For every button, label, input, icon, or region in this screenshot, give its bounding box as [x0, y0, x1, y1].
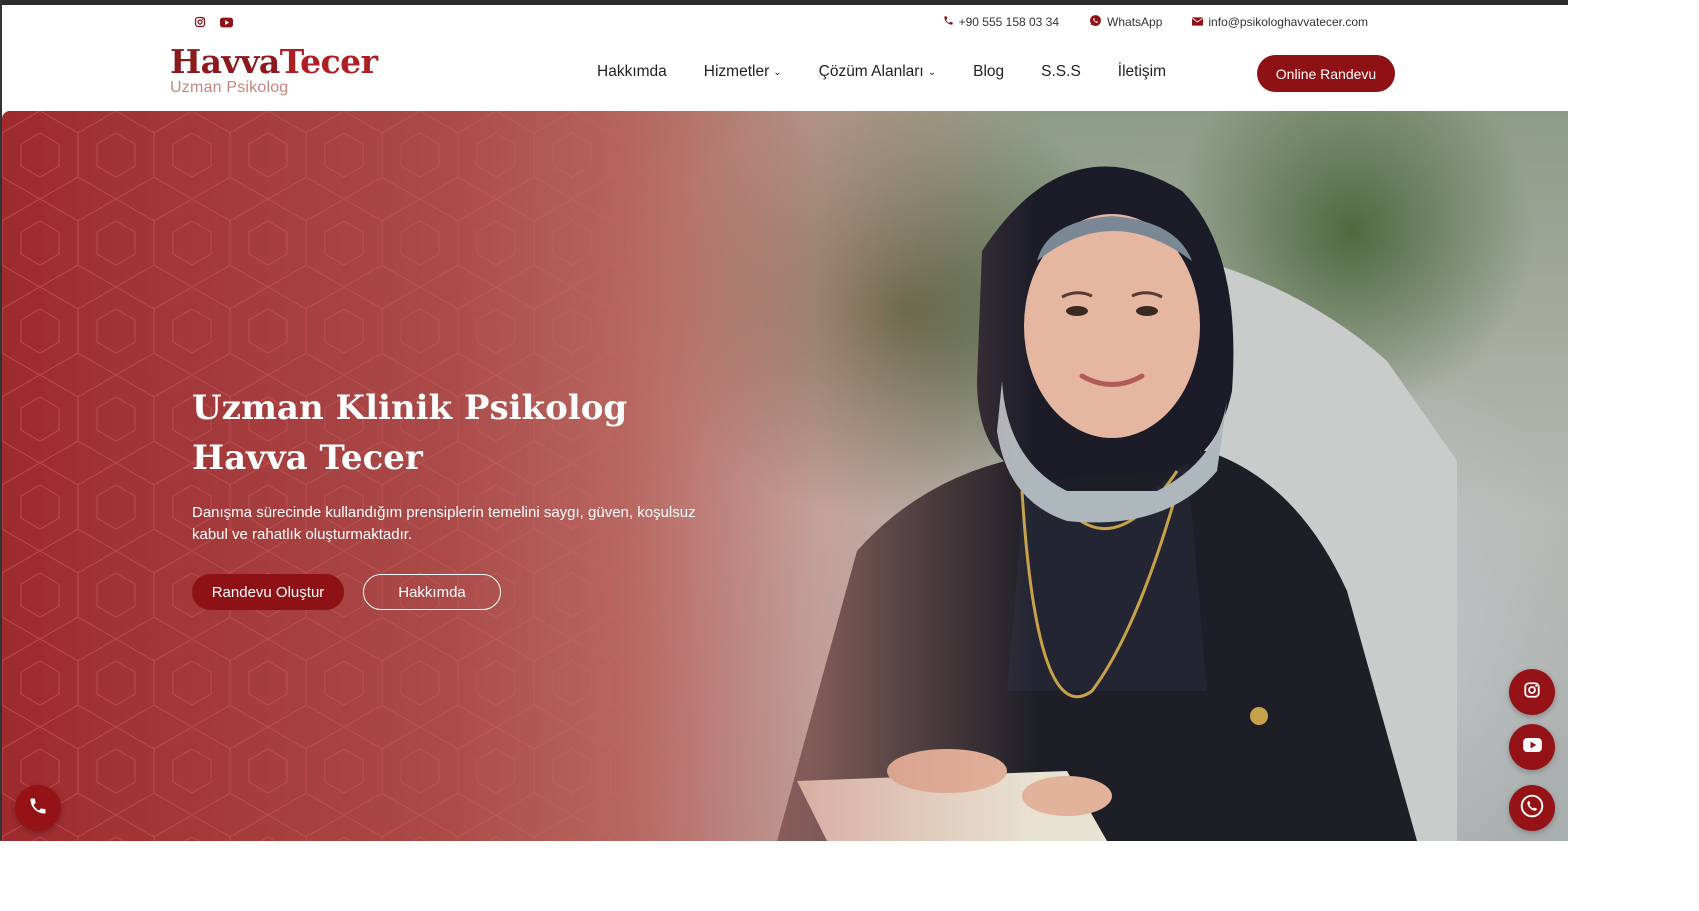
phone-link[interactable]: +90 555 158 03 34	[943, 15, 1059, 29]
topbar-contact: +90 555 158 03 34 WhatsApp info@psikolog…	[943, 14, 1368, 30]
youtube-icon[interactable]	[219, 15, 233, 29]
nav-label: Çözüm Alanları	[818, 63, 924, 80]
chevron-down-icon: ⌄	[773, 66, 782, 78]
whatsapp-icon	[1089, 14, 1102, 30]
topbar-social	[193, 15, 233, 29]
hero-description: Danışma sürecinde kullandığım prensipler…	[192, 504, 696, 543]
whatsapp-link[interactable]: WhatsApp	[1089, 14, 1162, 30]
logo-last-name: Tecer	[279, 42, 378, 81]
randevu-olustur-button[interactable]: Randevu Oluştur	[192, 574, 344, 610]
floating-whatsapp-button[interactable]	[1509, 785, 1555, 831]
phone-number: +90 555 158 03 34	[958, 15, 1060, 29]
nav-item-iletisim[interactable]: İletişim	[1118, 63, 1166, 81]
floating-instagram-button[interactable]	[1509, 669, 1555, 715]
nav-item-hizmetler[interactable]: Hizmetler ⌄	[704, 63, 782, 81]
floating-phone-button[interactable]	[15, 785, 61, 831]
site-logo[interactable]: HavvaTecer Uzman Psikolog	[170, 45, 378, 96]
online-randevu-button[interactable]: Online Randevu	[1257, 55, 1395, 92]
phone-icon	[943, 15, 954, 29]
main-nav: Hakkımda Hizmetler ⌄ Çözüm Alanları ⌄ Blog…	[597, 63, 1166, 81]
instagram-icon	[1523, 681, 1541, 704]
envelope-icon	[1192, 15, 1204, 29]
phone-icon	[28, 796, 48, 821]
chevron-down-icon: ⌄	[927, 66, 937, 78]
logo-subtitle: Uzman Psikolog	[170, 79, 289, 96]
instagram-icon[interactable]	[193, 15, 207, 29]
nav-item-sss[interactable]: S.S.S	[1041, 63, 1081, 81]
nav-label: Blog	[973, 63, 1005, 80]
hero-section: Uzman Klinik Psikolog Havva Tecer Danışm…	[2, 111, 1568, 841]
email-link[interactable]: info@psikologhavvatecer.com	[1192, 15, 1368, 29]
hero-title-line1: Uzman Klinik Psikolog	[192, 388, 628, 428]
blank-right-area	[1568, 0, 1699, 911]
whatsapp-icon	[1519, 793, 1545, 824]
nav-label: Hakkımda	[597, 63, 667, 80]
top-border	[0, 0, 1568, 5]
youtube-icon	[1522, 737, 1542, 757]
logo-first-name: Havva	[170, 42, 280, 81]
nav-label: Hizmetler	[703, 63, 770, 80]
nav-label: İletişim	[1117, 63, 1167, 80]
nav-label: S.S.S	[1041, 63, 1081, 80]
left-border	[0, 0, 2, 841]
nav-item-hakkimda[interactable]: Hakkımda	[597, 63, 667, 81]
page: +90 555 158 03 34 WhatsApp info@psikolog…	[0, 0, 1568, 841]
email-address: info@psikologhavvatecer.com	[1208, 15, 1368, 29]
hero-title: Uzman Klinik Psikolog Havva Tecer	[192, 383, 627, 483]
hero-title-line2: Havva Tecer	[192, 438, 423, 478]
blank-bottom-area	[0, 841, 1699, 911]
nav-item-cozum-alanlari[interactable]: Çözüm Alanları ⌄	[819, 63, 937, 81]
whatsapp-label: WhatsApp	[1107, 15, 1163, 29]
nav-item-blog[interactable]: Blog	[973, 63, 1004, 81]
hakkimda-button[interactable]: Hakkımda	[363, 574, 501, 610]
floating-youtube-button[interactable]	[1509, 724, 1555, 770]
